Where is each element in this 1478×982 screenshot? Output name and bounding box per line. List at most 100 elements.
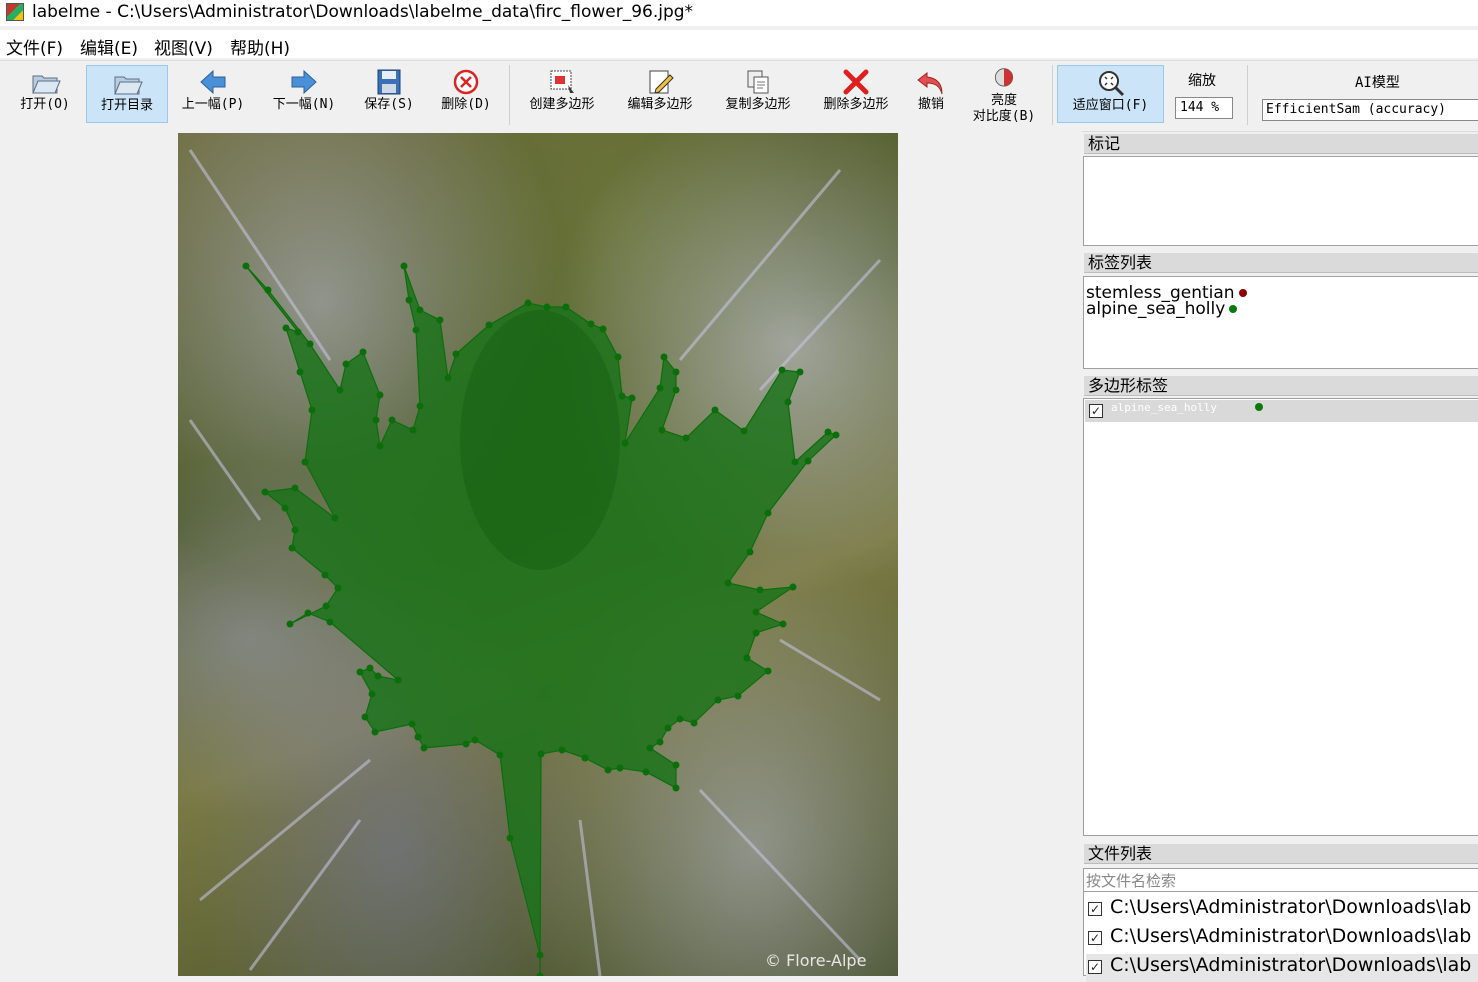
label-list[interactable]: stemless_gentian alpine_sea_holly xyxy=(1083,276,1478,369)
polygon-vertex-handle[interactable] xyxy=(371,728,379,736)
polygon-vertex-handle[interactable] xyxy=(682,434,690,442)
delete-polygon-button[interactable]: 删除多边形 xyxy=(814,65,898,123)
polygon-vertex-handle[interactable] xyxy=(646,744,654,752)
polygon-vertex-handle[interactable] xyxy=(359,348,367,356)
flags-list[interactable] xyxy=(1083,156,1478,246)
polygon-vertex-handle[interactable] xyxy=(485,321,493,329)
polygon-vertex-handle[interactable] xyxy=(524,299,532,307)
polygon-vertex-handle[interactable] xyxy=(784,398,792,406)
polygon-vertex-handle[interactable] xyxy=(734,692,742,700)
polygon-vertex-handle[interactable] xyxy=(374,672,382,680)
polygon-vertex-handle[interactable] xyxy=(471,736,479,744)
polygon-vertex-handle[interactable] xyxy=(672,368,680,376)
file-checkbox[interactable]: ✓ xyxy=(1088,931,1102,945)
polygon-vertex-handle[interactable] xyxy=(304,609,312,617)
polygon-vertex-handle[interactable] xyxy=(587,320,595,328)
polygon-vertex-handle[interactable] xyxy=(291,526,299,534)
polygon-vertex-handle[interactable] xyxy=(558,746,566,754)
polygon-vertex-handle[interactable] xyxy=(616,764,624,772)
polygon-vertex-handle[interactable] xyxy=(642,768,650,776)
open-button[interactable]: 打开(O) xyxy=(12,65,78,123)
polygon-vertex-handle[interactable] xyxy=(308,406,316,414)
save-button[interactable]: 保存(S) xyxy=(358,65,420,123)
open-dir-button[interactable]: 打开目录 xyxy=(86,65,168,123)
polygon-vertex-handle[interactable] xyxy=(368,690,376,698)
polygon-vertex-handle[interactable] xyxy=(281,504,289,512)
polygon-vertex-handle[interactable] xyxy=(376,442,384,450)
polygon-vertex-handle[interactable] xyxy=(282,324,290,332)
polygon-vertex-handle[interactable] xyxy=(372,416,380,424)
polygon-vertex-handle[interactable] xyxy=(672,386,680,394)
polygon-vertex-handle[interactable] xyxy=(361,713,369,721)
polygon-vertex-handle[interactable] xyxy=(764,667,772,675)
polygon-vertex-handle[interactable] xyxy=(331,514,339,522)
next-image-button[interactable]: 下一幅(N) xyxy=(266,65,342,123)
polygon-vertex-handle[interactable] xyxy=(746,548,754,556)
polygon-vertex-handle[interactable] xyxy=(599,325,607,333)
polygon-vertex-handle[interactable] xyxy=(764,509,772,517)
polygon-vertex-handle[interactable] xyxy=(322,602,330,610)
polygon-vertex-handle[interactable] xyxy=(400,262,408,270)
polygon-visible-checkbox[interactable]: ✓ xyxy=(1089,404,1103,418)
menu-help[interactable]: 帮助(H) xyxy=(230,34,290,59)
zoom-spinbox[interactable]: 144 % xyxy=(1175,97,1233,119)
polygon-vertex-handle[interactable] xyxy=(376,391,384,399)
polygon-vertex-handle[interactable] xyxy=(536,972,544,977)
polygon-vertex-handle[interactable] xyxy=(740,427,748,435)
polygon-vertex-handle[interactable] xyxy=(672,761,680,769)
polygon-vertex-handle[interactable] xyxy=(416,306,424,314)
label-item-alpine-sea-holly[interactable]: alpine_sea_holly xyxy=(1086,300,1238,318)
file-checkbox[interactable]: ✓ xyxy=(1088,902,1102,916)
prev-image-button[interactable]: 上一幅(P) xyxy=(176,65,250,123)
polygon-vertex-handle[interactable] xyxy=(394,676,402,684)
polygon-vertex-handle[interactable] xyxy=(804,457,812,465)
polygon-vertex-handle[interactable] xyxy=(656,384,664,392)
polygon-vertex-handle[interactable] xyxy=(791,458,799,466)
polygon-vertex-handle[interactable] xyxy=(537,750,545,758)
polygon-vertex-handle[interactable] xyxy=(506,834,514,842)
polygon-vertex-handle[interactable] xyxy=(336,386,344,394)
polygon-vertex-handle[interactable] xyxy=(412,326,420,334)
polygon-vertex-handle[interactable] xyxy=(724,579,732,587)
polygon-vertex-handle[interactable] xyxy=(581,754,589,762)
polygon-vertex-handle[interactable] xyxy=(658,426,666,434)
polygon-vertex-handle[interactable] xyxy=(778,366,786,374)
polygon-vertex-handle[interactable] xyxy=(562,303,570,311)
polygon-vertex-handle[interactable] xyxy=(496,751,504,759)
polygon-vertex-handle[interactable] xyxy=(660,353,668,361)
polygon-vertex-handle[interactable] xyxy=(452,350,460,358)
panel-splitter[interactable] xyxy=(1078,131,1082,976)
file-list-item-selected[interactable]: ✓ C:\Users\Administrator\Downloads\lab xyxy=(1086,954,1478,982)
polygon-vertex-handle[interactable] xyxy=(656,738,664,746)
polygon-vertex-handle[interactable] xyxy=(543,303,551,311)
annotation-overlay[interactable] xyxy=(178,133,898,976)
delete-file-button[interactable]: 删除(D) xyxy=(436,65,496,123)
polygon-vertex-handle[interactable] xyxy=(621,439,629,447)
polygon-label-row[interactable]: ✓ alpine_sea_holly xyxy=(1085,400,1478,422)
ai-model-select[interactable]: EfficientSam (accuracy) xyxy=(1262,99,1478,121)
menu-view[interactable]: 视图(V) xyxy=(154,34,213,59)
polygon-vertex-handle[interactable] xyxy=(264,286,272,294)
polygon-vertex-handle[interactable] xyxy=(711,406,719,414)
polygon-vertex-handle[interactable] xyxy=(356,668,364,676)
undo-button[interactable]: 撤销 xyxy=(908,65,954,123)
polygon-vertex-handle[interactable] xyxy=(436,316,444,324)
polygon-vertex-handle[interactable] xyxy=(743,654,751,662)
polygon-vertex-handle[interactable] xyxy=(676,715,684,723)
menu-file[interactable]: 文件(F) xyxy=(6,34,63,59)
polygon-vertex-handle[interactable] xyxy=(294,328,302,336)
image-canvas[interactable]: © Flore-Alpe xyxy=(178,133,898,976)
polygon-vertex-handle[interactable] xyxy=(409,426,417,434)
file-list-item[interactable]: ✓ C:\Users\Administrator\Downloads\lab xyxy=(1086,896,1478,924)
polygon-vertex-handle[interactable] xyxy=(462,740,470,748)
polygon-vertex-handle[interactable] xyxy=(756,586,764,594)
polygon-vertex-handle[interactable] xyxy=(444,374,452,382)
polygon-vertex-handle[interactable] xyxy=(672,784,680,792)
polygon-vertex-handle[interactable] xyxy=(832,431,840,439)
polygon-vertex-handle[interactable] xyxy=(261,488,269,496)
polygon-vertex-handle[interactable] xyxy=(664,724,672,732)
polygon-label-list[interactable] xyxy=(1083,398,1478,836)
polygon-vertex-handle[interactable] xyxy=(242,262,250,270)
polygon-vertex-handle[interactable] xyxy=(752,629,760,637)
polygon-vertex-handle[interactable] xyxy=(604,766,612,774)
